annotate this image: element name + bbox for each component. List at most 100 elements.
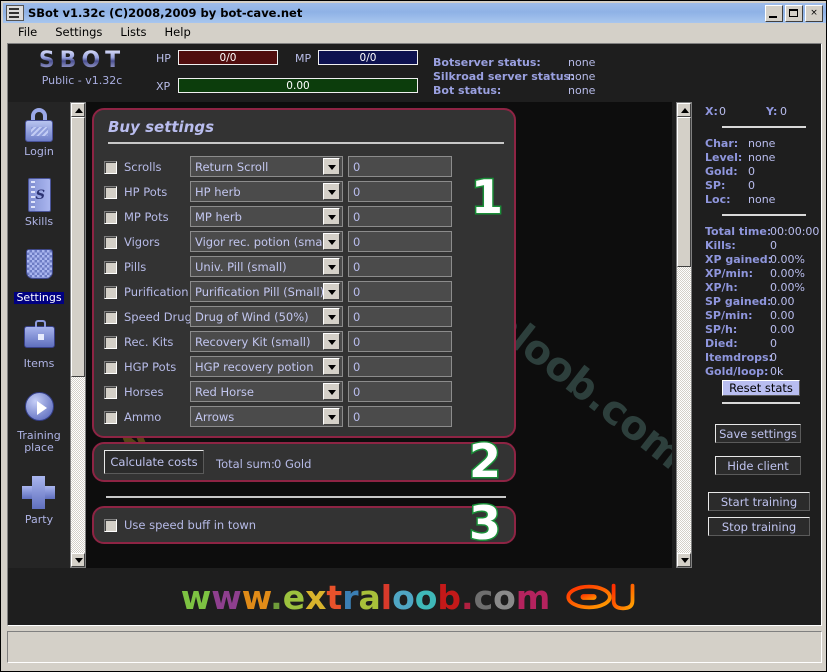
sidebar-item-party[interactable]: Party — [8, 474, 70, 526]
scroll-up-icon[interactable] — [677, 103, 691, 117]
buy-row-vigors[interactable]: Vigors — [104, 231, 160, 253]
watermark-letter: t — [326, 577, 343, 617]
scrolls-checkbox[interactable] — [104, 160, 117, 174]
chevron-down-icon[interactable] — [323, 308, 340, 325]
hp-pots-qty-input[interactable]: 0 — [348, 181, 452, 202]
chevron-down-icon[interactable] — [323, 233, 340, 250]
buy-row-speed-drugs[interactable]: Speed Drugs — [104, 306, 198, 328]
menu-item-settings[interactable]: Settings — [46, 24, 111, 40]
watermark-letter: e — [282, 577, 306, 617]
speed-drugs-qty-input[interactable]: 0 — [348, 306, 452, 327]
menu-item-lists[interactable]: Lists — [111, 24, 155, 40]
sidebar-item-training-place[interactable]: Training place — [8, 390, 70, 454]
chevron-down-icon[interactable] — [323, 158, 340, 175]
main-content: www.extraloob.com www.extraloob.com Buy … — [86, 102, 672, 568]
save-settings-button[interactable]: Save settings — [715, 424, 801, 443]
speed-drugs-item-select[interactable]: Drug of Wind (50%) — [190, 306, 343, 327]
right-scrollbar[interactable] — [676, 102, 692, 568]
watermark-letter: . — [270, 577, 283, 617]
hp-pots-checkbox[interactable] — [104, 185, 117, 199]
chevron-down-icon[interactable] — [323, 208, 340, 225]
ammo-checkbox[interactable] — [104, 410, 117, 424]
logo-text: SBOT — [16, 48, 148, 73]
chevron-down-icon[interactable] — [323, 283, 340, 300]
watermark-letter: w — [211, 577, 242, 617]
pills-qty-input[interactable]: 0 — [348, 256, 452, 277]
hp-pots-item-select[interactable]: HP herb — [190, 181, 343, 202]
vigors-checkbox[interactable] — [104, 235, 117, 249]
speed-buff-checkbox[interactable] — [104, 518, 117, 532]
menu-item-file[interactable]: File — [9, 24, 46, 40]
mp-pots-checkbox[interactable] — [104, 210, 117, 224]
coord-y-value: 0 — [780, 105, 787, 118]
maximize-button[interactable] — [785, 4, 803, 22]
stop-training-button[interactable]: Stop training — [708, 517, 810, 536]
play-icon — [20, 390, 58, 428]
ammo-qty-input[interactable]: 0 — [348, 406, 452, 427]
buy-row-ammo[interactable]: Ammo — [104, 406, 161, 428]
vigors-item-select[interactable]: Vigor rec. potion (small) — [190, 231, 343, 252]
reset-stats-button[interactable]: Reset stats — [722, 380, 800, 396]
speed-drugs-checkbox[interactable] — [104, 310, 117, 324]
chevron-down-icon[interactable] — [323, 183, 340, 200]
mp-pots-item-select[interactable]: MP herb — [190, 206, 343, 227]
mp-pots-qty-input[interactable]: 0 — [348, 206, 452, 227]
sidebar-item-items[interactable]: Items — [8, 318, 70, 370]
pills-item-select[interactable]: Univ. Pill (small) — [190, 256, 343, 277]
xp-bar: 0.00 — [178, 78, 418, 93]
pills-checkbox[interactable] — [104, 260, 117, 274]
hgp-pots-item-select[interactable]: HGP recovery potion — [190, 356, 343, 377]
menu-item-help[interactable]: Help — [156, 24, 200, 40]
rec-kits-item-select[interactable]: Recovery Kit (small) — [190, 331, 343, 352]
gold-per-loop-label: Gold/loop: — [705, 365, 769, 378]
pills-label: Pills — [124, 260, 147, 274]
sidebar-item-skills[interactable]: S Skills — [8, 176, 70, 228]
ammo-item-select[interactable]: Arrows — [190, 406, 343, 427]
buy-row-pills[interactable]: Pills — [104, 256, 146, 278]
purification-pills-checkbox[interactable] — [104, 285, 117, 299]
chevron-down-icon[interactable] — [323, 383, 340, 400]
horses-checkbox[interactable] — [104, 385, 117, 399]
scrolls-qty-input[interactable]: 0 — [348, 156, 452, 177]
scroll-up-icon[interactable] — [71, 103, 85, 117]
close-button[interactable]: × — [805, 4, 823, 22]
start-training-button[interactable]: Start training — [708, 492, 810, 511]
buy-row-hgp-pots[interactable]: HGP Pots — [104, 356, 176, 378]
chevron-down-icon[interactable] — [323, 358, 340, 375]
rec-kits-checkbox[interactable] — [104, 335, 117, 349]
vigors-qty-input[interactable]: 0 — [348, 231, 452, 252]
purification-pills-qty-input[interactable]: 0 — [348, 281, 452, 302]
botserver-status-label: Botserver status: — [433, 56, 541, 69]
scroll-down-icon[interactable] — [677, 553, 691, 567]
scroll-down-icon[interactable] — [71, 553, 85, 567]
silkroad-server-status-value: none — [568, 70, 596, 83]
sidebar-item-login[interactable]: Login — [8, 106, 70, 158]
hgp-pots-checkbox[interactable] — [104, 360, 117, 374]
hgp-pots-qty-input[interactable]: 0 — [348, 356, 452, 377]
left-scrollbar[interactable] — [70, 102, 86, 568]
chevron-down-icon[interactable] — [323, 333, 340, 350]
minimize-button[interactable] — [765, 4, 783, 22]
chevron-down-icon[interactable] — [323, 408, 340, 425]
horses-item-select[interactable]: Red Horse — [190, 381, 343, 402]
rec-kits-qty-input[interactable]: 0 — [348, 331, 452, 352]
chevron-down-icon[interactable] — [323, 258, 340, 275]
purification-pills-item-select[interactable]: Purification Pill (Small) — [190, 281, 343, 302]
window-controls: × — [765, 4, 823, 22]
sidebar-item-settings[interactable]: Settings — [8, 246, 70, 305]
buy-row-mp-pots[interactable]: MP Pots — [104, 206, 169, 228]
hide-client-button[interactable]: Hide client — [715, 456, 801, 475]
buy-row-scrolls[interactable]: Scrolls — [104, 156, 162, 178]
buy-row-horses[interactable]: Horses — [104, 381, 163, 403]
scroll-thumb[interactable] — [71, 117, 85, 377]
speed-buff-row[interactable]: Use speed buff in town — [104, 514, 256, 536]
loc-value: none — [748, 193, 776, 206]
total-time-value: 00:00:00 — [770, 225, 820, 238]
buy-row-rec-kits[interactable]: Rec. Kits — [104, 331, 173, 353]
scrolls-item-select[interactable]: Return Scroll — [190, 156, 343, 177]
buy-row-hp-pots[interactable]: HP Pots — [104, 181, 167, 203]
horses-qty-input[interactable]: 0 — [348, 381, 452, 402]
scroll-thumb[interactable] — [677, 117, 691, 267]
purification-pills-item-value: Purification Pill (Small) — [195, 284, 323, 299]
calculate-costs-button[interactable]: Calculate costs — [104, 450, 204, 474]
